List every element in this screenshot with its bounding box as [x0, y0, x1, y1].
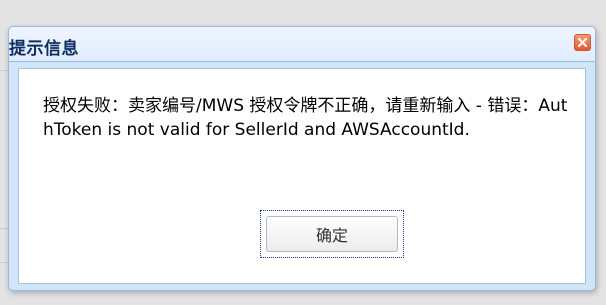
dialog-message: 授权失败：卖家编号/MWS 授权令牌不正确，请重新输入 - 错误：AuthTok…: [43, 96, 568, 140]
dialog-titlebar: 提示信息: [9, 27, 595, 62]
close-icon: [578, 38, 587, 47]
dialog-body: 授权失败：卖家编号/MWS 授权令牌不正确，请重新输入 - 错误：AuthTok…: [18, 68, 586, 284]
close-button[interactable]: [574, 34, 591, 51]
alert-dialog: 提示信息 授权失败：卖家编号/MWS 授权令牌不正确，请重新输入 - 错误：Au…: [8, 26, 596, 291]
ok-button[interactable]: 确定: [260, 210, 404, 258]
dialog-title: 提示信息: [9, 39, 79, 59]
ok-button-label: 确定: [266, 216, 398, 252]
